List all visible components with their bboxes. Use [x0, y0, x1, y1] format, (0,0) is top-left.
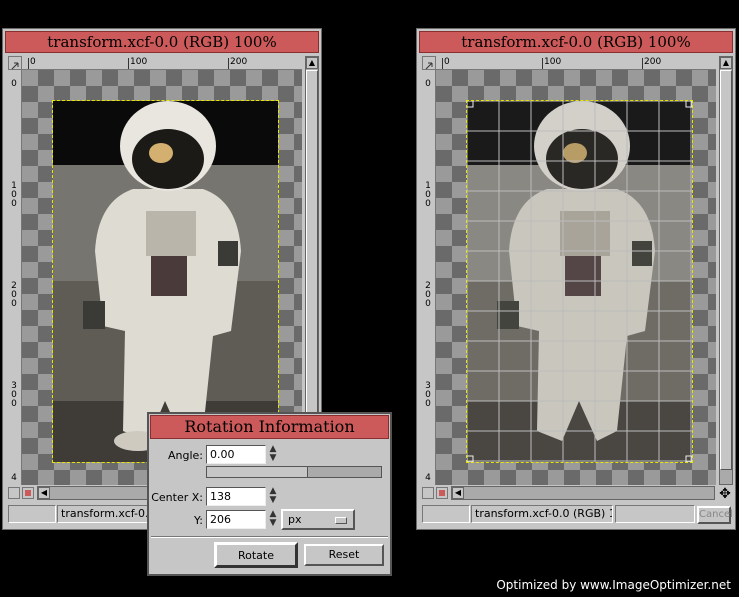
ruler-label: 0	[11, 79, 17, 89]
watermark-text: Optimized by www.ImageOptimizer.net	[496, 578, 731, 592]
ruler-label: 200	[230, 57, 248, 67]
ruler-label: 100	[130, 57, 148, 67]
cancel-button[interactable]: Cancel	[697, 506, 733, 524]
ruler-tick	[228, 58, 229, 69]
vertical-ruler: 0 100 200 300 4	[422, 70, 436, 485]
ruler-label: 200	[644, 57, 662, 67]
center-x-label: Center X:	[151, 491, 203, 504]
horizontal-ruler: 0 100 200	[22, 56, 302, 70]
scroll-up-arrow-icon[interactable]: ▲	[720, 57, 732, 69]
unit-select[interactable]: px	[281, 509, 355, 530]
ruler-label: 0	[30, 57, 36, 67]
center-x-field[interactable]: 138	[206, 487, 266, 506]
angle-label: Angle:	[167, 449, 203, 462]
status-coords	[422, 505, 470, 523]
ruler-label: 4	[425, 473, 431, 483]
dropdown-indicator-icon	[335, 517, 347, 524]
astronaut-photo	[53, 101, 278, 462]
scroll-up-arrow-icon[interactable]: ▲	[306, 57, 318, 69]
dialog-title[interactable]: Rotation Information	[150, 415, 389, 439]
scroll-thumb[interactable]	[306, 70, 318, 470]
status-text: transform.xcf-0.0 (RGB) 100	[471, 505, 613, 523]
scroll-left-arrow-icon[interactable]: ◀	[452, 487, 464, 499]
ruler-corner[interactable]	[422, 56, 436, 70]
quickmask-swatch	[439, 490, 445, 496]
image-window-right: transform.xcf-0.0 (RGB) 100% 0 100 200 0…	[416, 28, 736, 530]
center-y-label: Y:	[194, 514, 203, 527]
unit-value: px	[288, 513, 302, 526]
ruler-label: 300	[425, 381, 431, 409]
reset-button[interactable]: Reset	[304, 544, 384, 566]
navigate-icon[interactable]: ✥	[717, 486, 733, 502]
angle-field[interactable]: 0.00	[206, 445, 266, 464]
layer-boundary	[52, 100, 279, 463]
center-x-spinner-icon[interactable]: ▲ ▼	[267, 487, 279, 506]
window-title-left[interactable]: transform.xcf-0.0 (RGB) 100%	[5, 31, 319, 53]
ruler-label: 200	[11, 281, 17, 309]
ruler-label: 300	[11, 381, 17, 409]
ruler-label: 0	[425, 79, 431, 89]
quickmask-off-icon[interactable]	[8, 487, 20, 499]
horizontal-scrollbar[interactable]: ◀	[451, 486, 715, 500]
angle-spinner-icon[interactable]: ▲ ▼	[267, 445, 279, 464]
ruler-label: 100	[425, 181, 431, 209]
quickmask-on-icon[interactable]	[22, 487, 34, 499]
center-y-field[interactable]: 206	[206, 510, 266, 529]
quickmask-off-icon[interactable]	[422, 487, 434, 499]
vertical-ruler: 0 100 200 300 4	[8, 70, 22, 485]
window-title-right[interactable]: transform.xcf-0.0 (RGB) 100%	[419, 31, 733, 53]
ruler-label: 100	[544, 57, 562, 67]
ruler-tick	[642, 58, 643, 69]
status-progress	[615, 505, 695, 523]
scroll-thumb[interactable]	[720, 70, 732, 470]
rotate-button[interactable]: Rotate	[214, 542, 298, 568]
ruler-label: 200	[425, 281, 431, 309]
ruler-tick	[28, 58, 29, 69]
ruler-label: 100	[11, 181, 17, 209]
dialog-separator	[151, 536, 388, 538]
center-y-spinner-icon[interactable]: ▲ ▼	[267, 510, 279, 529]
angle-slider[interactable]	[206, 466, 382, 478]
ruler-corner[interactable]	[8, 56, 22, 70]
ruler-label: 0	[444, 57, 450, 67]
image-canvas[interactable]	[436, 70, 716, 485]
ruler-tick	[128, 58, 129, 69]
quickmask-on-icon[interactable]	[436, 487, 448, 499]
layer-boundary	[466, 100, 693, 463]
rotation-dialog: Rotation Information Angle: 0.00 ▲ ▼ Cent…	[147, 412, 392, 576]
vertical-scrollbar[interactable]: ▲	[719, 56, 733, 485]
angle-slider-thumb[interactable]	[207, 467, 308, 477]
quickmask-swatch	[25, 490, 31, 496]
astronaut-photo-with-grid	[466, 100, 693, 463]
ruler-tick	[442, 58, 443, 69]
status-coords	[8, 505, 56, 523]
scroll-left-arrow-icon[interactable]: ◀	[38, 487, 50, 499]
horizontal-ruler: 0 100 200	[436, 56, 716, 70]
ruler-label: 4	[11, 473, 17, 483]
ruler-tick	[542, 58, 543, 69]
